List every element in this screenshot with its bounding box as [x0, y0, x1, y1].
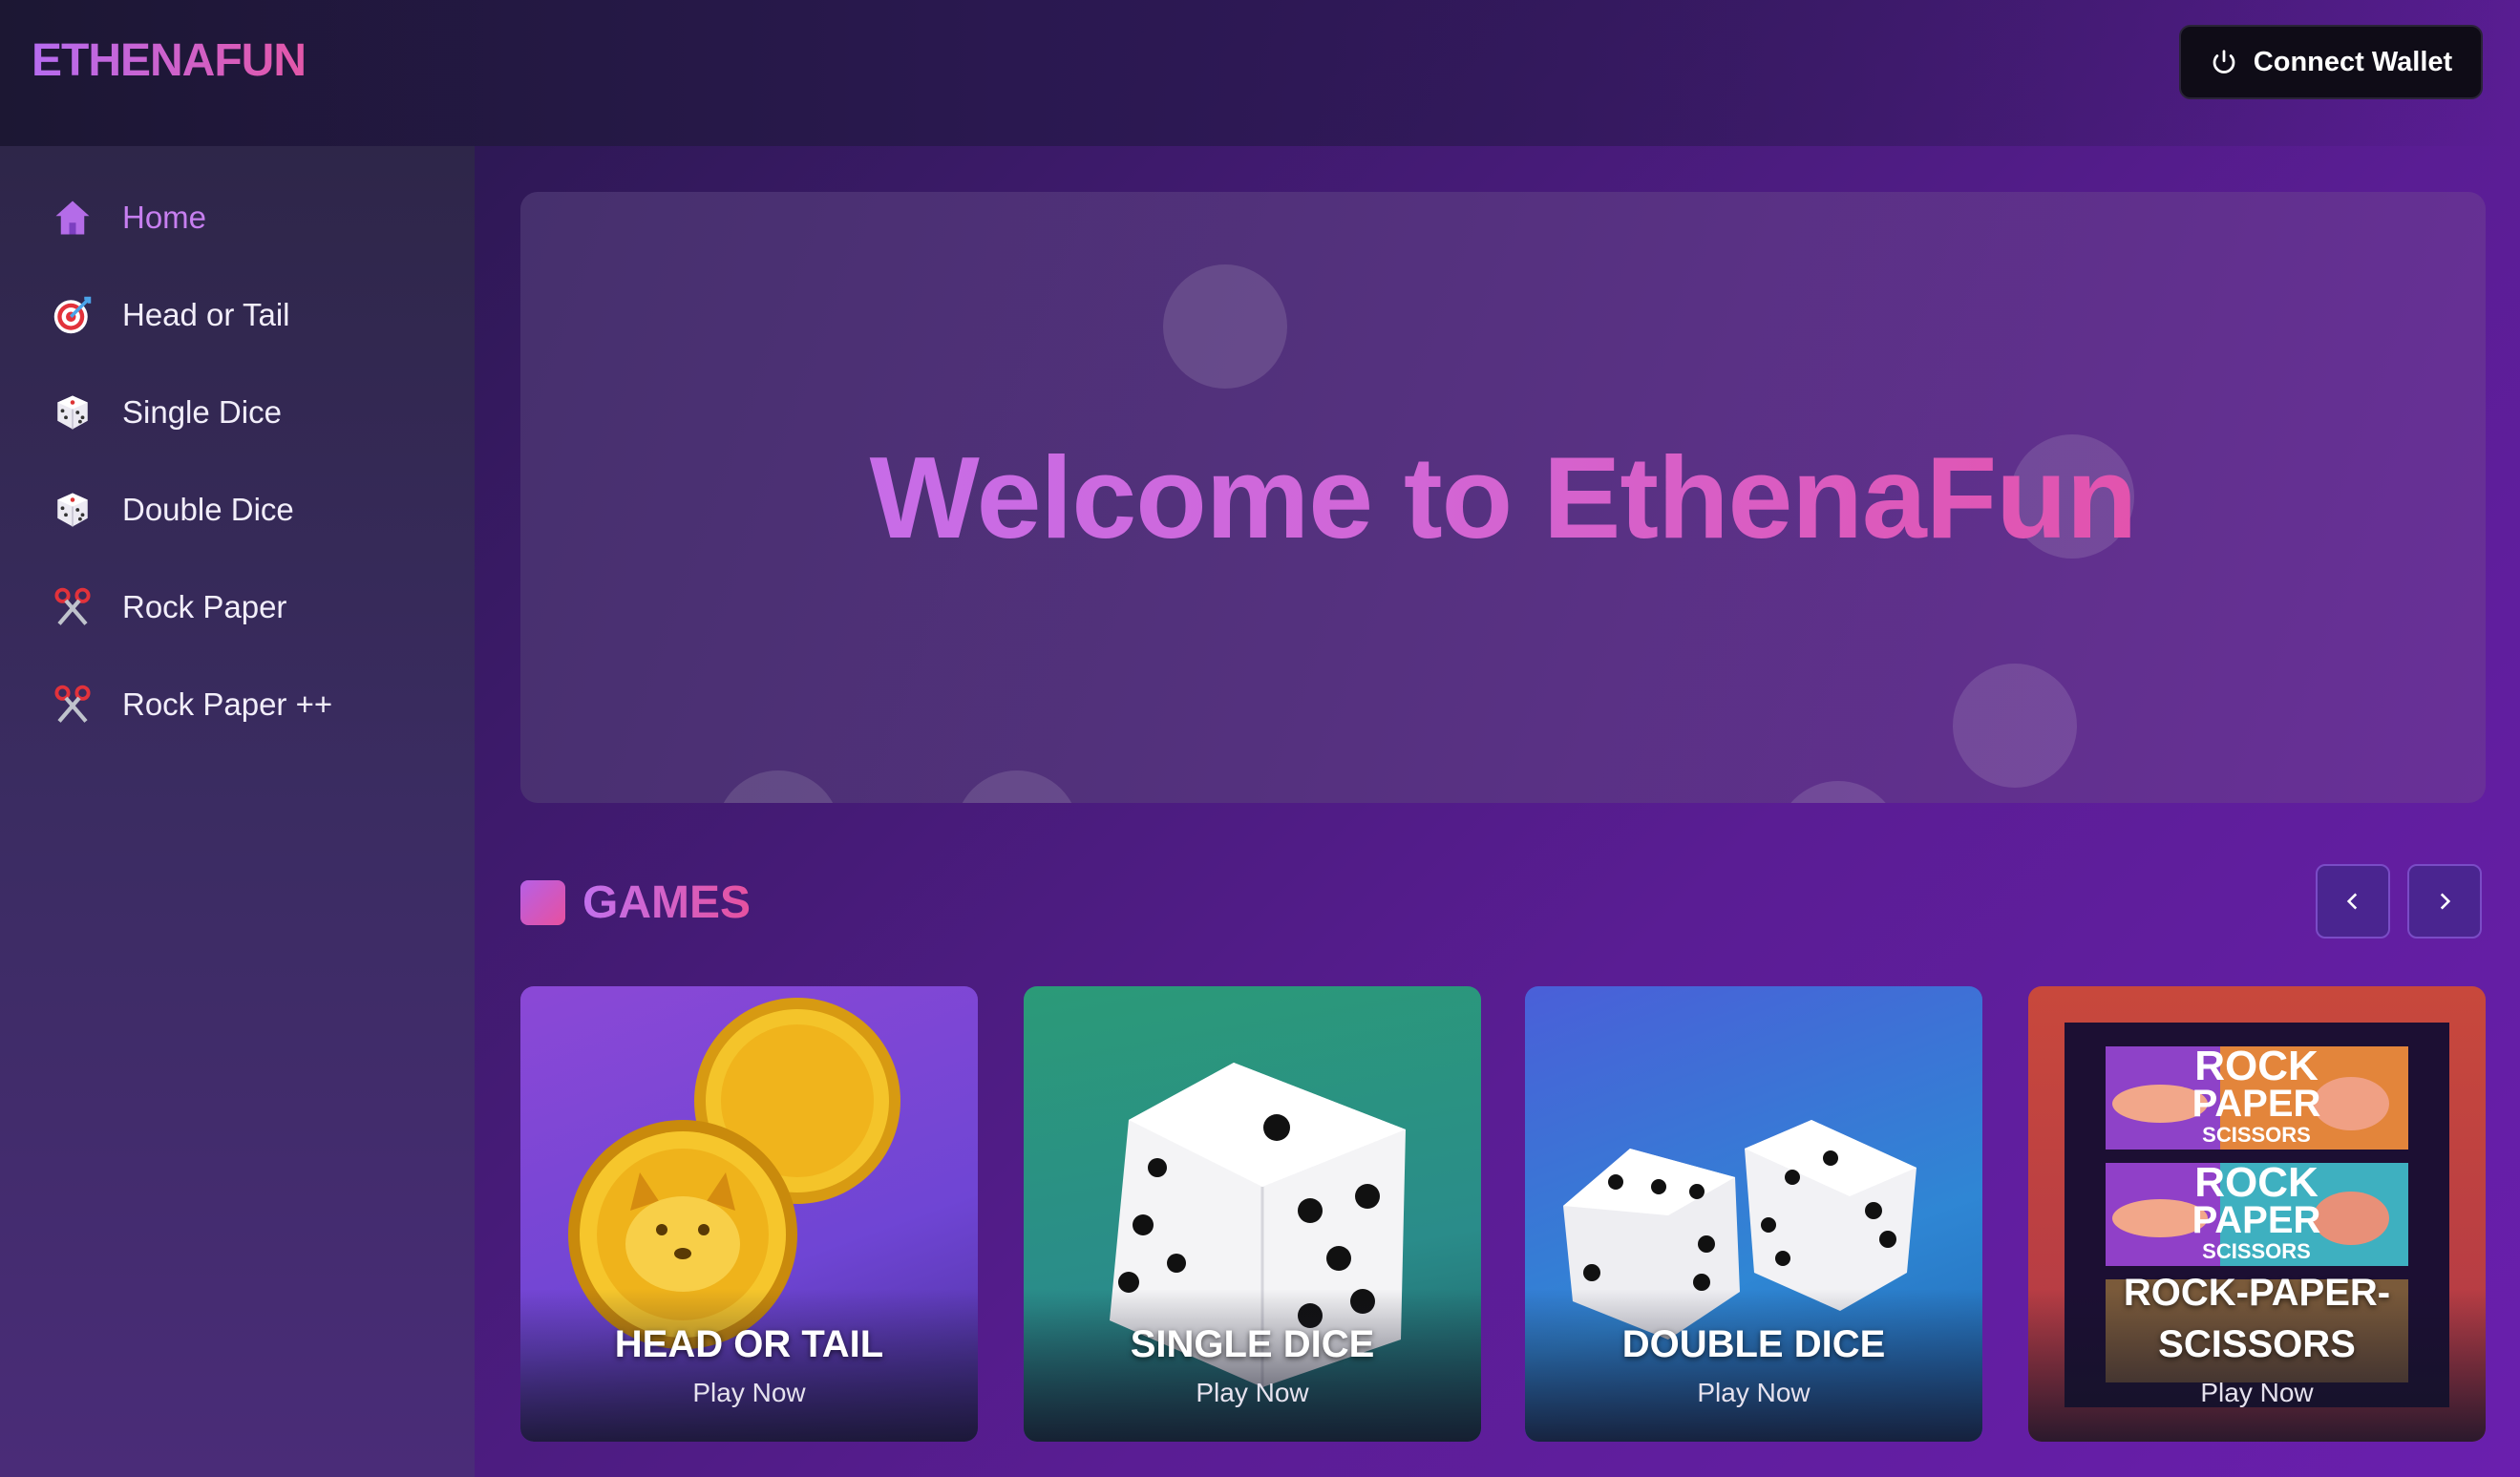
play-now-link[interactable]: Play Now: [2028, 1378, 2486, 1408]
sidebar-item-rock-paper[interactable]: Rock Paper: [0, 564, 475, 650]
game-card-head-or-tail[interactable]: HEAD OR TAIL Play Now: [520, 986, 978, 1442]
hero-title-prefix: Welcome to: [869, 433, 1543, 562]
play-now-link[interactable]: Play Now: [1024, 1378, 1481, 1408]
sidebar-item-label: Double Dice: [122, 492, 294, 527]
sidebar-item-home[interactable]: Home: [0, 175, 475, 261]
connect-wallet-label: Connect Wallet: [2253, 46, 2453, 77]
sidebar-item-single-dice[interactable]: Single Dice: [0, 369, 475, 455]
carousel-prev-button[interactable]: [2316, 864, 2390, 939]
chevron-left-icon: [2346, 893, 2358, 910]
sidebar-item-rock-paper-plus[interactable]: Rock Paper ++: [0, 662, 475, 748]
decor-bubble: [716, 770, 840, 803]
rps-poster-scissors-text: SCISSORS: [2202, 1239, 2311, 1263]
games-title: GAMES: [582, 877, 752, 928]
card-title: HEAD OR TAIL: [614, 1323, 884, 1365]
decor-bubble: [1953, 664, 2077, 788]
sidebar-item-label: Rock Paper: [122, 589, 287, 624]
sidebar-item-label: Rock Paper ++: [122, 686, 333, 722]
rps-poster-paper-text: PAPER: [2192, 1083, 2321, 1125]
top-header: ETHENAFUN Connect Wallet: [0, 0, 2520, 146]
games-square-icon: [520, 880, 565, 925]
decor-bubble: [1776, 781, 1900, 803]
card-title: SINGLE DICE: [1130, 1323, 1375, 1365]
sidebar-item-double-dice[interactable]: Double Dice: [0, 467, 475, 553]
card-title: DOUBLE DICE: [1621, 1323, 1886, 1365]
scissors-icon: [52, 684, 94, 726]
hero-title: Welcome to EthenaFun: [520, 431, 2486, 564]
play-now-link[interactable]: Play Now: [520, 1378, 978, 1408]
rps-poster-paper-text: PAPER: [2192, 1199, 2321, 1241]
hero-banner: Welcome to EthenaFun: [520, 192, 2486, 803]
sidebar-item-label: Single Dice: [122, 394, 282, 430]
hero-title-brand: EthenaFun: [1543, 433, 2137, 562]
app-logo[interactable]: ETHENAFUN: [32, 34, 307, 87]
sidebar-item-head-or-tail[interactable]: Head or Tail: [0, 272, 475, 358]
game-card-rock-paper-scissors[interactable]: ROCK PAPER SCISSORS ROCK PAPER SCISSORS …: [2028, 986, 2486, 1442]
chevron-right-icon: [2440, 893, 2451, 910]
decor-bubble: [955, 770, 1079, 803]
game-card-single-dice[interactable]: SINGLE DICE Play Now: [1024, 986, 1481, 1442]
carousel-next-button[interactable]: [2407, 864, 2482, 939]
decor-bubble: [1163, 264, 1287, 389]
game-card-double-dice[interactable]: DOUBLE DICE Play Now: [1525, 986, 1982, 1442]
sidebar: Home Head or Tail Single Dice Double Dic…: [0, 146, 475, 1477]
games-section-header: GAMES: [520, 876, 751, 929]
home-icon: [52, 197, 94, 239]
connect-wallet-button[interactable]: Connect Wallet: [2179, 25, 2483, 99]
power-icon: [2213, 50, 2235, 74]
sidebar-item-label: Head or Tail: [122, 297, 290, 332]
dice-icon: [52, 489, 94, 531]
target-icon: [52, 294, 94, 336]
sidebar-item-label: Home: [122, 200, 207, 235]
rps-poster-scissors-text: SCISSORS: [2202, 1123, 2311, 1147]
dice-icon: [52, 391, 94, 433]
play-now-link[interactable]: Play Now: [1525, 1378, 1982, 1408]
card-title: ROCK-PAPER-SCISSORS: [2123, 1272, 2391, 1365]
scissors-icon: [52, 586, 94, 628]
